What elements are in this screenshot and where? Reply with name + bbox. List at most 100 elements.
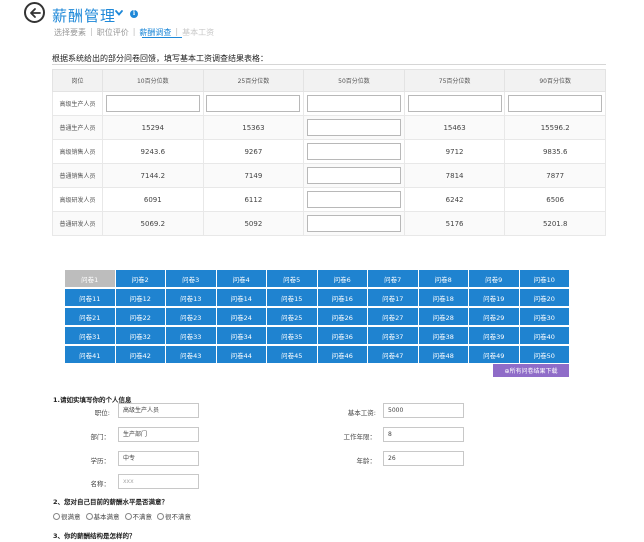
department-field[interactable]: 生产部门 — [118, 427, 199, 442]
value-cell: 6112 — [202, 187, 305, 212]
value-cell: 9243.6 — [102, 139, 204, 164]
questionnaire-button[interactable]: 问卷49 — [469, 346, 519, 363]
questionnaire-button[interactable]: 问卷23 — [166, 308, 216, 325]
questionnaire-button[interactable]: 问卷47 — [368, 346, 418, 363]
questionnaire-button[interactable]: 问卷1 — [65, 270, 115, 287]
questionnaire-button[interactable]: 问卷3 — [166, 270, 216, 287]
questionnaire-button[interactable]: 问卷44 — [216, 346, 266, 363]
base-salary-label: 基本工资: — [347, 409, 376, 417]
questionnaire-button[interactable]: 问卷14 — [216, 289, 266, 306]
tab-select-factors[interactable]: 选择要素 — [52, 27, 88, 38]
percentile-input[interactable] — [306, 95, 401, 112]
table-row: 高级研发人员 6091 6112 6242 6506 — [52, 187, 606, 212]
radio-dissatisfied[interactable]: 不满意 — [124, 511, 153, 521]
position-label: 职位: — [94, 409, 110, 417]
percentile-input[interactable] — [105, 95, 200, 112]
tab-base-salary: 基本工资 — [182, 28, 215, 37]
page-title: 薪酬管理 — [52, 7, 117, 25]
back-button[interactable] — [24, 2, 45, 23]
percentile-input[interactable] — [306, 191, 401, 208]
questionnaire-button[interactable]: 问卷42 — [115, 346, 165, 363]
questionnaire-button[interactable]: 问卷15 — [267, 289, 317, 306]
questionnaire-button[interactable]: 问卷21 — [65, 308, 115, 325]
questionnaire-button[interactable]: 问卷34 — [216, 327, 266, 344]
input-cell — [303, 139, 405, 164]
questionnaire-button[interactable]: 问卷18 — [418, 289, 468, 306]
questionnaire-button[interactable]: 问卷17 — [368, 289, 418, 306]
questionnaire-button[interactable]: 问卷7 — [368, 270, 418, 287]
questionnaire-button[interactable]: 问卷32 — [115, 327, 165, 344]
input-cell — [202, 91, 305, 116]
questionnaire-button[interactable]: 问卷6 — [317, 270, 367, 287]
questionnaire-button[interactable]: 问卷22 — [115, 308, 165, 325]
questionnaire-button[interactable]: 问卷28 — [418, 308, 468, 325]
questionnaire-button[interactable]: 问卷27 — [368, 308, 418, 325]
questionnaire-button[interactable]: 问卷50 — [519, 346, 569, 363]
questionnaire-button[interactable]: 问卷10 — [519, 270, 569, 287]
questionnaire-button[interactable]: 问卷41 — [65, 346, 115, 363]
radio-label: 不满意 — [132, 513, 153, 521]
info-icon[interactable]: i — [130, 10, 138, 18]
work-years-field[interactable]: 8 — [383, 427, 464, 442]
position-cell: 普通生产人员 — [52, 115, 103, 140]
questionnaire-button[interactable]: 问卷25 — [267, 308, 317, 325]
age-field[interactable]: 26 — [383, 451, 464, 466]
questionnaire-button[interactable]: 问卷37 — [368, 327, 418, 344]
tab-job-evaluation[interactable]: 职位评价 — [95, 27, 131, 38]
column-header-percentile: 90百分位数 — [504, 69, 606, 92]
table-row: 普通销售人员 7144.2 7149 7814 7877 — [52, 163, 606, 188]
percentile-input[interactable] — [306, 119, 401, 136]
questionnaire-button[interactable]: 问卷48 — [418, 346, 468, 363]
questionnaire-button[interactable]: 问卷16 — [317, 289, 367, 306]
questionnaire-button[interactable]: 问卷40 — [519, 327, 569, 344]
radio-circle — [85, 512, 93, 520]
questionnaire-button[interactable]: 问卷20 — [519, 289, 569, 306]
questionnaire-button[interactable]: 问卷11 — [65, 289, 115, 306]
questionnaire-button[interactable]: 问卷8 — [418, 270, 468, 287]
questionnaire-button[interactable]: 问卷4 — [216, 270, 266, 287]
percentile-input[interactable] — [508, 95, 603, 112]
questionnaire-button[interactable]: 问卷2 — [115, 270, 165, 287]
percentile-input[interactable] — [306, 215, 401, 232]
column-header-percentile: 75百分位数 — [403, 69, 506, 92]
questionnaire-button[interactable]: 问卷19 — [469, 289, 519, 306]
questionnaire-button[interactable]: 问卷9 — [469, 270, 519, 287]
questionnaire-button[interactable]: 问卷30 — [519, 308, 569, 325]
value-cell: 7814 — [403, 163, 506, 188]
questionnaire-button[interactable]: 问卷24 — [216, 308, 266, 325]
questionnaire-button[interactable]: 问卷35 — [267, 327, 317, 344]
radio-very-satisfied[interactable]: 很满意 — [53, 511, 81, 521]
percentile-input[interactable] — [306, 167, 401, 184]
value-cell: 5201.8 — [504, 211, 606, 236]
questionnaire-button[interactable]: 问卷31 — [65, 327, 115, 344]
percentile-input[interactable] — [206, 95, 301, 112]
base-salary-field[interactable]: 5000 — [383, 403, 464, 418]
download-all-results-button[interactable]: ⊕所有问卷结果下载 — [493, 364, 569, 377]
value-cell: 5176 — [403, 211, 506, 236]
questionnaire-button[interactable]: 问卷5 — [267, 270, 317, 287]
input-cell — [303, 91, 405, 116]
questionnaire-button[interactable]: 问卷39 — [469, 327, 519, 344]
position-field[interactable]: 高级生产人员 — [118, 403, 199, 418]
questionnaire-button[interactable]: 问卷45 — [267, 346, 317, 363]
questionnaire-button[interactable]: 问卷13 — [166, 289, 216, 306]
percentile-input[interactable] — [407, 95, 502, 112]
value-cell: 9712 — [403, 139, 506, 164]
questionnaire-button[interactable]: 问卷38 — [418, 327, 468, 344]
value-cell: 6506 — [504, 187, 606, 212]
tab-bar: 选择要素 | 职位评价 | 薪酬调查 | 基本工资 — [52, 27, 216, 38]
questionnaire-button[interactable]: 问卷29 — [469, 308, 519, 325]
questionnaire-button[interactable]: 问卷26 — [317, 308, 367, 325]
questionnaire-button[interactable]: 问卷36 — [317, 327, 367, 344]
radio-basically-satisfied[interactable]: 基本满意 — [85, 511, 120, 521]
questionnaire-button[interactable]: 问卷46 — [317, 346, 367, 363]
radio-very-dissatisfied[interactable]: 很不满意 — [157, 511, 191, 521]
name-field[interactable]: xxx — [118, 474, 199, 489]
questionnaire-button[interactable]: 问卷12 — [115, 289, 165, 306]
questionnaire-button[interactable]: 问卷43 — [166, 346, 216, 363]
education-field[interactable]: 中专 — [118, 451, 199, 466]
questionnaire-button[interactable]: 问卷33 — [166, 327, 216, 344]
percentile-input[interactable] — [306, 143, 401, 160]
value-cell: 5092 — [202, 211, 305, 236]
chevron-down-icon[interactable] — [114, 8, 124, 18]
